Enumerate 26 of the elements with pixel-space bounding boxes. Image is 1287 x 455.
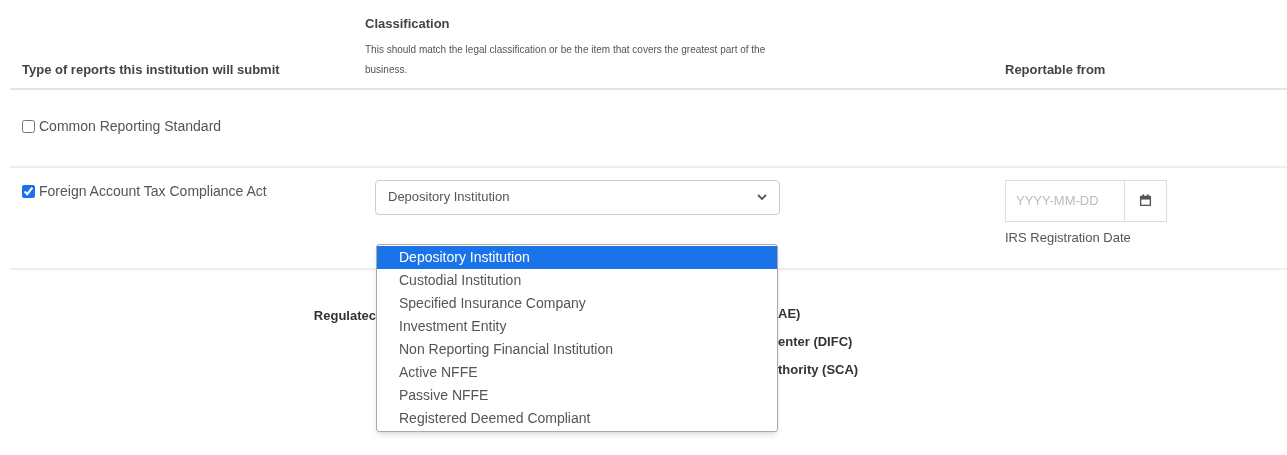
dropdown-option[interactable]: Active NFFE bbox=[377, 361, 777, 384]
date-hint: IRS Registration Date bbox=[1005, 228, 1132, 247]
chevron-down-icon bbox=[757, 193, 767, 201]
classification-hint: This should match the legal classification or be the item that covers the greatest part of the business. bbox=[365, 42, 767, 77]
regulator-option: AE) bbox=[778, 303, 859, 323]
date-field[interactable]: YYYY-MM-DD bbox=[1005, 179, 1125, 222]
column-header: Classification bbox=[365, 15, 451, 33]
regulator-option: thority (SCA) bbox=[778, 359, 859, 379]
regulator-option: enter (DIFC) bbox=[778, 331, 859, 351]
dropdown-option[interactable]: Depository Institution bbox=[377, 246, 777, 269]
report-label: Foreign Account Tax Compliance Act bbox=[39, 181, 267, 201]
column-header: Reportable from bbox=[1005, 61, 1106, 79]
dropdown-option[interactable]: Specified Insurance Company bbox=[377, 292, 777, 315]
classification-select[interactable]: Depository Institution bbox=[375, 179, 780, 215]
dropdown-option[interactable]: Investment Entity bbox=[377, 315, 777, 338]
dropdown-option[interactable]: Passive NFFE bbox=[377, 384, 777, 407]
column-header: Type of reports this institution will submit bbox=[21, 60, 281, 79]
report-checkbox[interactable] bbox=[22, 119, 35, 133]
dropdown-option[interactable]: Custodial Institution bbox=[377, 269, 777, 292]
report-checkbox[interactable] bbox=[22, 184, 35, 198]
report-label: Common Reporting Standard bbox=[39, 116, 222, 136]
regulator-label: Regulatec bbox=[313, 306, 376, 325]
calendar-icon bbox=[1139, 194, 1152, 207]
dropdown-option[interactable]: Registered Deemed Compliant bbox=[377, 407, 777, 430]
dropdown-option[interactable]: Non Reporting Financial Institution bbox=[377, 338, 777, 361]
calendar-button[interactable] bbox=[1125, 179, 1167, 222]
